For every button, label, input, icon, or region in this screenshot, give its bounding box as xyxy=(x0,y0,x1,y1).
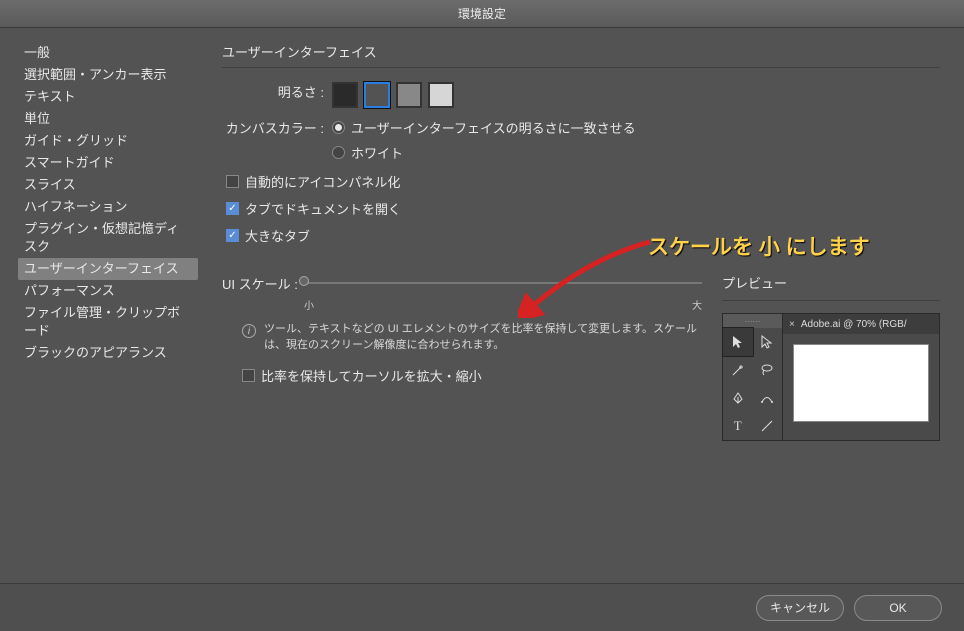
curvature-tool-icon xyxy=(753,384,783,412)
preview-title: プレビュー xyxy=(722,273,940,292)
canvas-color-label: カンバスカラー : xyxy=(222,118,332,140)
checkbox-label: タブでドキュメントを開く xyxy=(245,199,401,218)
sidebar-item[interactable]: ブラックのアピアランス xyxy=(18,342,198,364)
radio-label: ユーザーインターフェイスの明るさに一致させる xyxy=(351,118,636,137)
sidebar-item[interactable]: スマートガイド xyxy=(18,152,198,174)
sidebar-item[interactable]: 単位 xyxy=(18,108,198,130)
canvas-color-radio[interactable]: ホワイト xyxy=(332,143,636,162)
cancel-button[interactable]: キャンセル xyxy=(756,595,844,621)
brightness-swatch[interactable] xyxy=(332,82,358,108)
dialog-footer: キャンセル OK xyxy=(0,583,964,631)
cursor-scale-checkbox[interactable]: 比率を保持してカーソルを拡大・縮小 xyxy=(242,366,702,385)
sidebar-item[interactable]: テキスト xyxy=(18,86,198,108)
sidebar-item[interactable]: ファイル管理・クリップボード xyxy=(18,302,198,342)
info-text: ツール、テキストなどの UI エレメントのサイズを比率を保持して変更します。スケ… xyxy=(264,322,702,354)
sidebar-item[interactable]: ガイド・グリッド xyxy=(18,130,198,152)
selection-tool-icon xyxy=(723,328,753,356)
window-titlebar: 環境設定 xyxy=(0,0,964,28)
preview-doc-tab: × Adobe.ai @ 70% (RGB/ xyxy=(783,314,939,334)
scale-max-label: 大 xyxy=(692,297,702,312)
section-divider xyxy=(222,67,940,68)
cursor-scale-label: 比率を保持してカーソルを拡大・縮小 xyxy=(261,366,482,385)
scale-min-label: 小 xyxy=(304,297,314,312)
ui-scale-label: UI スケール : xyxy=(222,274,298,293)
sidebar-item[interactable]: 選択範囲・アンカー表示 xyxy=(18,64,198,86)
preview-canvas xyxy=(793,344,929,422)
main-panel: ユーザーインターフェイス 明るさ : カンバスカラー : ユーザーインターフェイ… xyxy=(198,28,964,583)
checkbox-label: 自動的にアイコンパネル化 xyxy=(245,172,400,191)
preview-tool-panel: ⋯⋯ T xyxy=(723,314,783,440)
sidebar-item[interactable]: ユーザーインターフェイス xyxy=(18,258,198,280)
wand-tool-icon xyxy=(723,356,753,384)
preview-doc-tab-label: Adobe.ai @ 70% (RGB/ xyxy=(801,319,907,330)
ui-scale-thumb[interactable] xyxy=(299,276,309,286)
ok-button[interactable]: OK xyxy=(854,595,942,621)
preview-box: ⋯⋯ T × xyxy=(722,313,940,441)
sidebar-item[interactable]: プラグイン・仮想記憶ディスク xyxy=(18,218,198,258)
lasso-tool-icon xyxy=(753,356,783,384)
brightness-label: 明るさ : xyxy=(222,82,332,104)
preview-panel-grip: ⋯⋯ xyxy=(723,314,782,328)
sidebar-item[interactable]: ハイフネーション xyxy=(18,196,198,218)
ui-scale-slider[interactable] xyxy=(304,273,702,293)
sidebar-item[interactable]: スライス xyxy=(18,174,198,196)
sidebar-item[interactable]: 一般 xyxy=(18,42,198,64)
radio-label: ホワイト xyxy=(351,143,403,162)
window-title: 環境設定 xyxy=(458,5,506,22)
option-checkbox[interactable]: 自動的にアイコンパネル化 xyxy=(226,172,940,191)
pen-tool-icon xyxy=(723,384,753,412)
close-icon: × xyxy=(789,319,795,330)
type-tool-icon: T xyxy=(723,412,753,440)
brightness-swatch[interactable] xyxy=(428,82,454,108)
info-icon: i xyxy=(242,324,256,338)
option-checkbox[interactable]: 大きなタブ xyxy=(226,226,940,245)
section-title: ユーザーインターフェイス xyxy=(222,42,940,61)
sidebar: 一般選択範囲・アンカー表示テキスト単位ガイド・グリッドスマートガイドスライスハイ… xyxy=(0,28,198,583)
brightness-swatch[interactable] xyxy=(396,82,422,108)
direct-selection-tool-icon xyxy=(753,328,783,356)
sidebar-item[interactable]: パフォーマンス xyxy=(18,280,198,302)
line-tool-icon xyxy=(753,412,783,440)
brightness-swatch[interactable] xyxy=(364,82,390,108)
option-checkbox[interactable]: タブでドキュメントを開く xyxy=(226,199,940,218)
preview-divider xyxy=(722,300,940,301)
canvas-color-radio[interactable]: ユーザーインターフェイスの明るさに一致させる xyxy=(332,118,636,137)
checkbox-label: 大きなタブ xyxy=(245,226,310,245)
